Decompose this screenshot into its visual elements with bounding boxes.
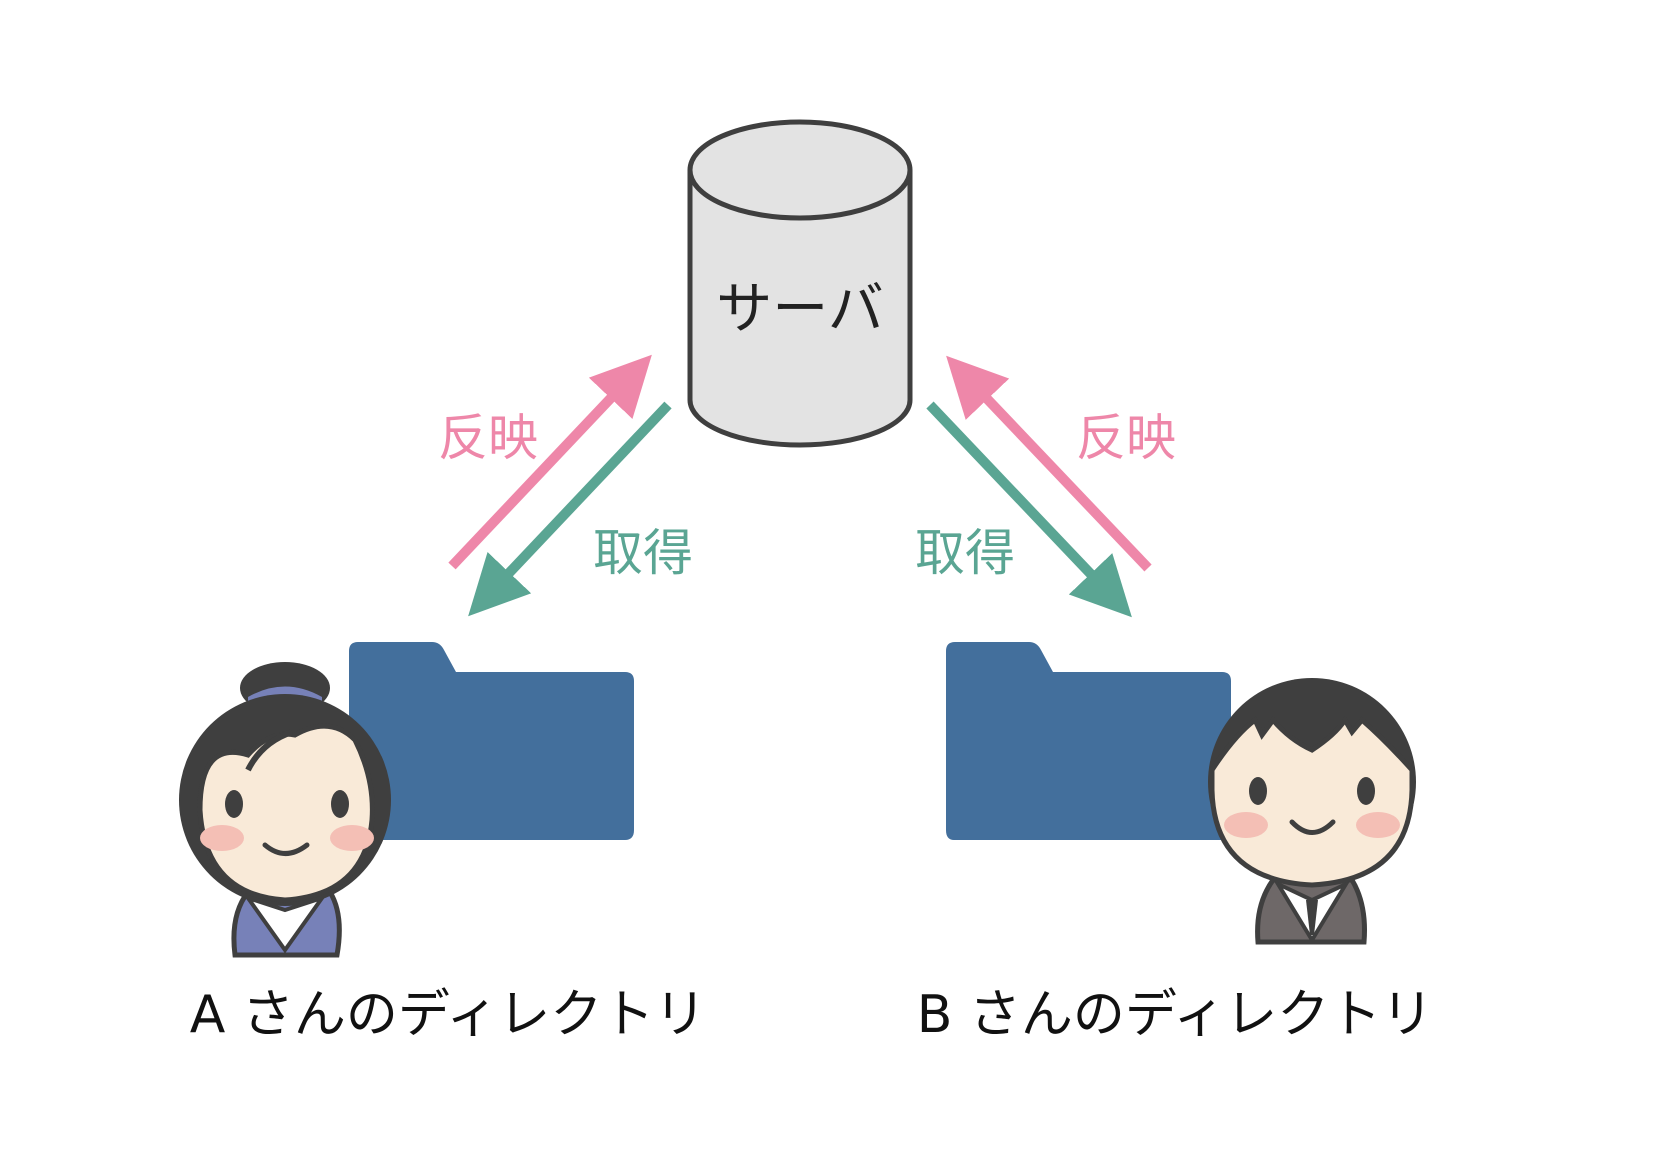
server-label: サーバ [716, 277, 883, 342]
diagram-canvas: サーバ 反映 取得 反映 取得 A さんのディレクトリ B さんのディレクトリ [179, 119, 1434, 1045]
diagram-stage: サーバ 反映 取得 反映 取得 A さんのディレクトリ B さんのディレクトリ [0, 0, 1658, 1176]
b-folder-icon [946, 642, 1231, 840]
left-reflect-label: 反映 [438, 409, 538, 467]
b-directory-caption: B さんのディレクトリ [917, 985, 1434, 1045]
a-directory-caption: A さんのディレクトリ [190, 985, 706, 1045]
a-folder-icon [349, 642, 634, 840]
right-reflect-label: 反映 [1076, 409, 1176, 467]
left-fetch-label: 取得 [593, 524, 693, 582]
b-avatar [1208, 678, 1416, 945]
right-fetch-label: 取得 [915, 524, 1015, 582]
